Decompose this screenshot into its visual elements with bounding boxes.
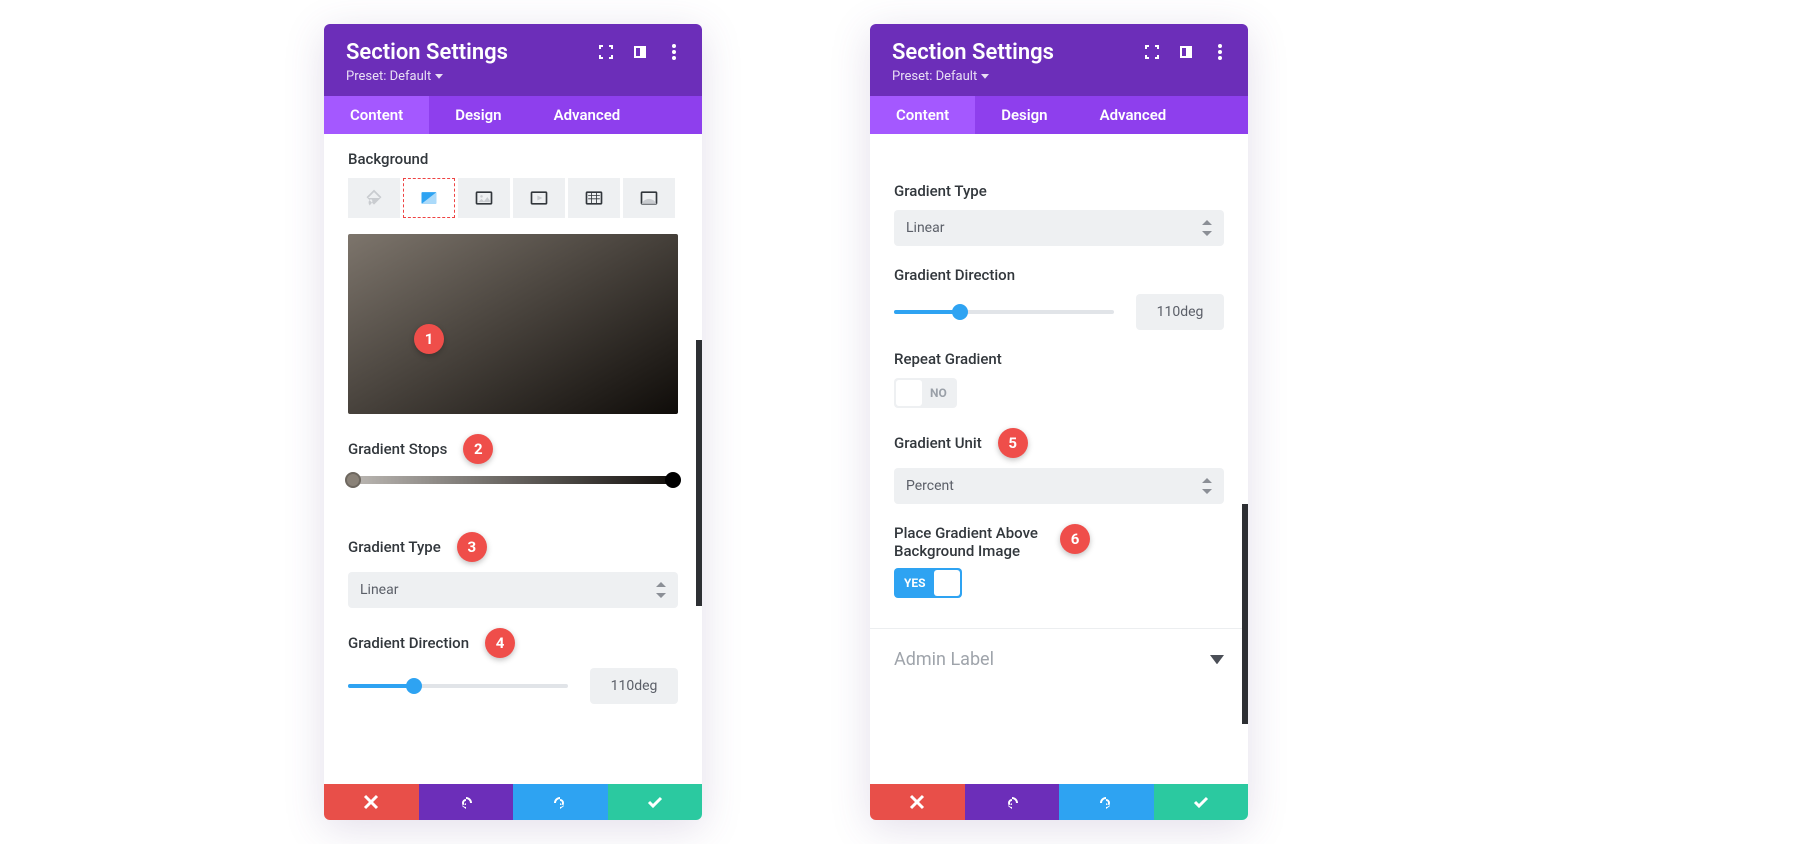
callout-4: 4: [485, 628, 515, 658]
gradient-type-label: Gradient Type: [894, 182, 1224, 200]
repeat-gradient-toggle[interactable]: NO: [894, 378, 957, 408]
gradient-stops-label: Gradient Stops: [348, 440, 447, 458]
redo-button[interactable]: [513, 784, 608, 820]
expand-icon[interactable]: [1144, 44, 1160, 64]
bg-mask-tool[interactable]: [623, 178, 675, 218]
gradient-direction-label: Gradient Direction: [348, 634, 469, 652]
callout-6: 6: [1060, 524, 1090, 554]
dock-icon[interactable]: [1178, 44, 1194, 64]
save-button[interactable]: [1154, 784, 1249, 820]
bg-video-tool[interactable]: [513, 178, 565, 218]
gradient-direction-label: Gradient Direction: [894, 266, 1224, 284]
gradient-stops-slider[interactable]: [348, 476, 678, 484]
scrollbar[interactable]: [696, 340, 702, 606]
callout-3: 3: [457, 532, 487, 562]
tab-content[interactable]: Content: [870, 96, 975, 134]
chevron-down-icon: [981, 74, 989, 79]
bg-gradient-tool[interactable]: [403, 178, 455, 218]
scrollbar[interactable]: [1242, 504, 1248, 724]
tab-content[interactable]: Content: [324, 96, 429, 134]
panel-title: Section Settings: [892, 40, 1054, 65]
gradient-direction-slider[interactable]: [894, 310, 1114, 314]
callout-2: 2: [463, 434, 493, 464]
panel-footer: [870, 784, 1248, 820]
expand-icon[interactable]: [598, 44, 614, 64]
repeat-gradient-label: Repeat Gradient: [894, 350, 1224, 368]
tab-design[interactable]: Design: [975, 96, 1073, 134]
undo-button[interactable]: [965, 784, 1060, 820]
gradient-unit-select[interactable]: Percent: [894, 468, 1224, 504]
panel-footer: [324, 784, 702, 820]
select-caret-icon: [1202, 220, 1212, 236]
tab-advanced[interactable]: Advanced: [1074, 96, 1193, 134]
callout-5: 5: [998, 428, 1028, 458]
chevron-down-icon: [1210, 655, 1224, 664]
chevron-down-icon: [435, 74, 443, 79]
panel-header: Section Settings Preset: Default: [324, 24, 702, 96]
bg-pattern-tool[interactable]: [568, 178, 620, 218]
select-caret-icon: [1202, 478, 1212, 494]
bg-color-tool[interactable]: [348, 178, 400, 218]
gradient-type-label: Gradient Type: [348, 538, 441, 556]
cancel-button[interactable]: [870, 784, 965, 820]
background-type-toolbar: [348, 178, 678, 218]
redo-button[interactable]: [1059, 784, 1154, 820]
tab-advanced[interactable]: Advanced: [528, 96, 647, 134]
settings-panel-right: Section Settings Preset: Default Content…: [870, 24, 1248, 820]
select-caret-icon: [656, 582, 666, 598]
preset-selector[interactable]: Preset: Default: [346, 69, 508, 84]
admin-label-section[interactable]: Admin Label: [870, 628, 1248, 690]
tab-bar: Content Design Advanced: [870, 96, 1248, 134]
cancel-button[interactable]: [324, 784, 419, 820]
save-button[interactable]: [608, 784, 703, 820]
bg-image-tool[interactable]: [458, 178, 510, 218]
undo-button[interactable]: [419, 784, 514, 820]
gradient-direction-slider[interactable]: [348, 684, 568, 688]
dock-icon[interactable]: [632, 44, 648, 64]
panel-title: Section Settings: [346, 40, 508, 65]
tab-design[interactable]: Design: [429, 96, 527, 134]
gradient-stop-start[interactable]: [345, 472, 361, 488]
settings-panel-left: Section Settings Preset: Default Content…: [324, 24, 702, 820]
gradient-type-select[interactable]: Linear: [894, 210, 1224, 246]
gradient-type-select[interactable]: Linear: [348, 572, 678, 608]
place-above-toggle[interactable]: YES: [894, 568, 962, 598]
gradient-direction-value[interactable]: 110deg: [1136, 294, 1224, 330]
background-label: Background: [348, 150, 678, 168]
gradient-unit-label: Gradient Unit: [894, 434, 982, 452]
place-above-label: Place Gradient Above Background Image: [894, 524, 1044, 560]
more-icon[interactable]: [666, 44, 682, 64]
panel-header: Section Settings Preset: Default: [870, 24, 1248, 96]
more-icon[interactable]: [1212, 44, 1228, 64]
tab-bar: Content Design Advanced: [324, 96, 702, 134]
preset-selector[interactable]: Preset: Default: [892, 69, 1054, 84]
gradient-preview[interactable]: [348, 234, 678, 414]
gradient-stop-end[interactable]: [665, 472, 681, 488]
gradient-direction-value[interactable]: 110deg: [590, 668, 678, 704]
